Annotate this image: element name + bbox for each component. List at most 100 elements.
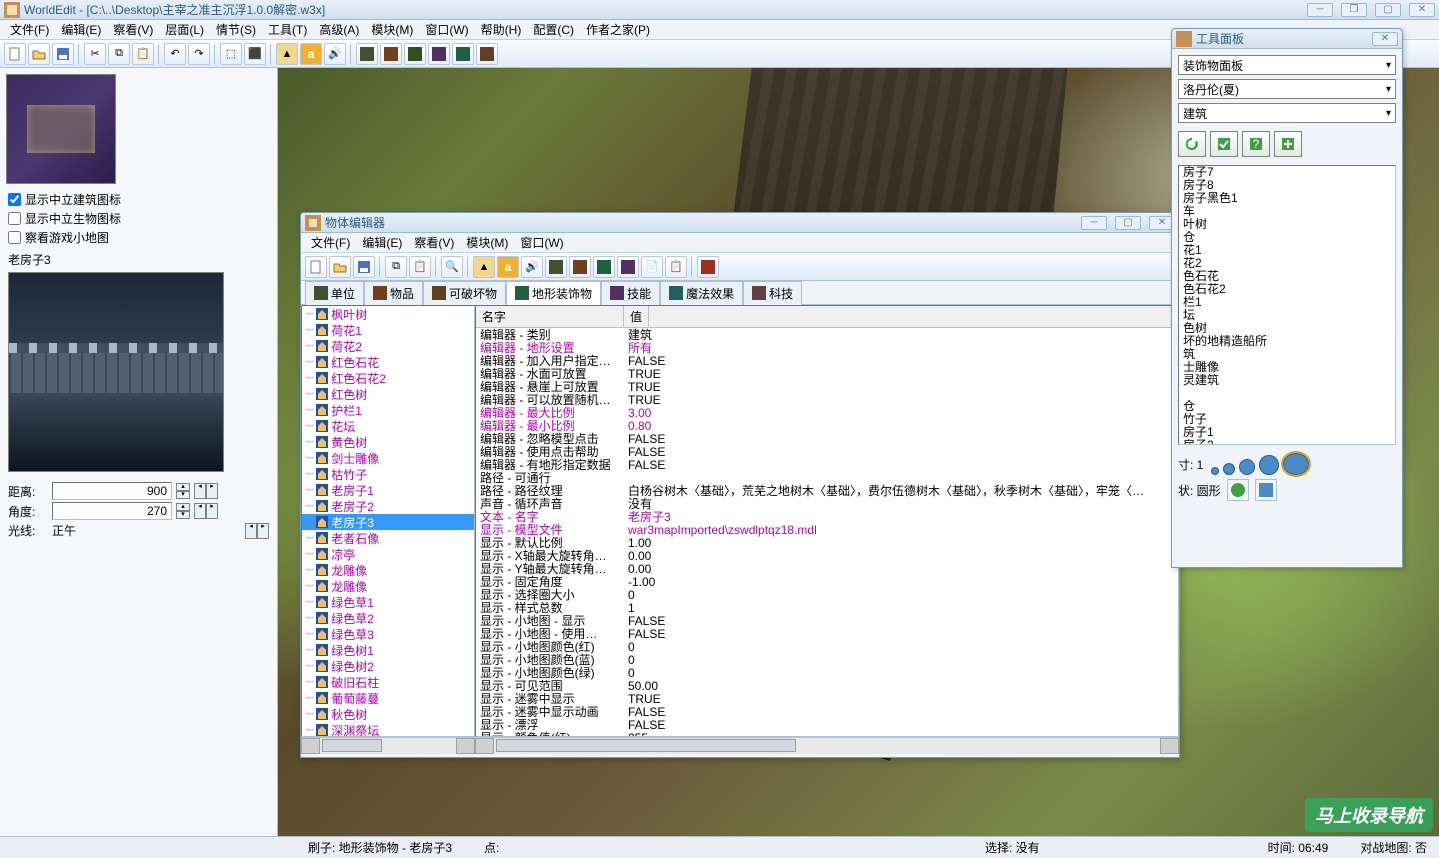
shape-circle[interactable] xyxy=(1227,479,1249,501)
property-row[interactable]: 显示 - 颜色值(红)255 xyxy=(476,731,1178,736)
list-item[interactable]: 士雕像 xyxy=(1179,361,1395,374)
list-item[interactable]: 灵建筑 xyxy=(1179,374,1395,387)
size-2[interactable] xyxy=(1223,463,1235,475)
tree-item[interactable]: ┈荷花2 xyxy=(302,338,474,354)
tree-item[interactable]: ┈红色石花 xyxy=(302,354,474,370)
save-button[interactable] xyxy=(52,43,74,65)
obj-m8[interactable]: 📄 xyxy=(641,256,663,278)
place-button-1[interactable] xyxy=(1210,131,1238,157)
shape-square[interactable] xyxy=(1255,479,1277,501)
tab-技能[interactable]: 技能 xyxy=(601,281,660,305)
tab-地形装饰物[interactable]: 地形装饰物 xyxy=(506,281,601,305)
undo-button[interactable]: ↶ xyxy=(164,43,186,65)
ability-button[interactable]: a xyxy=(300,43,322,65)
menu-item[interactable]: 察看(V) xyxy=(107,19,159,40)
restore-button[interactable]: ❐ xyxy=(1341,3,1367,17)
doodad-list[interactable]: 房子7房子8房子黑色1车叶树仓花1花2色石花色石花2栏1坛色树坏的地精造船所筑士… xyxy=(1178,165,1396,445)
menu-item[interactable]: 工具(T) xyxy=(262,19,313,40)
menu-item[interactable]: 情节(S) xyxy=(210,19,262,40)
minimize-button[interactable]: ─ xyxy=(1307,3,1333,17)
tree-item[interactable]: ┈绿色草3 xyxy=(302,626,474,642)
menu-item[interactable]: 编辑(E) xyxy=(356,232,408,253)
obj-m4[interactable] xyxy=(545,256,567,278)
tree-item[interactable]: ┈秋色树 xyxy=(302,706,474,722)
obj-m5[interactable] xyxy=(569,256,591,278)
close-button[interactable]: ✕ xyxy=(1409,3,1435,17)
obj-m10[interactable] xyxy=(697,256,719,278)
obj-m1[interactable]: ▲ xyxy=(473,256,495,278)
obj2-button[interactable] xyxy=(380,43,402,65)
obj-m6[interactable] xyxy=(593,256,615,278)
obj6-button[interactable] xyxy=(476,43,498,65)
tree-item[interactable]: ┈花坛 xyxy=(302,418,474,434)
tree-item[interactable]: ┈剑士雕像 xyxy=(302,450,474,466)
obj-m2[interactable]: a xyxy=(497,256,519,278)
tree-item[interactable]: ┈凉亭 xyxy=(302,546,474,562)
list-item[interactable]: 房子1 xyxy=(1179,426,1395,439)
tree-item[interactable]: ┈荷花1 xyxy=(302,322,474,338)
refresh-button[interactable] xyxy=(1178,131,1206,157)
obj-m3[interactable]: 🔊 xyxy=(521,256,543,278)
tree-item[interactable]: ┈绿色树2 xyxy=(302,658,474,674)
tree-item[interactable]: ┈深渊祭坛 xyxy=(302,722,474,737)
objwin-titlebar[interactable]: 物体编辑器 ─ ▢ ✕ xyxy=(301,213,1179,233)
menu-item[interactable]: 察看(V) xyxy=(408,232,460,253)
toolpal-close[interactable]: ✕ xyxy=(1372,32,1398,46)
tab-单位[interactable]: 单位 xyxy=(305,281,364,305)
tree-item[interactable]: ┈绿色草1 xyxy=(302,594,474,610)
list-item[interactable]: 房子8 xyxy=(1179,179,1395,192)
list-item[interactable]: 坏的地精造船所 xyxy=(1179,335,1395,348)
objwin-minimize[interactable]: ─ xyxy=(1081,216,1107,230)
tree-item[interactable]: ┈破旧石柱 xyxy=(302,674,474,690)
distance-left[interactable]: ◂ xyxy=(194,483,206,499)
paste-button[interactable]: 📋 xyxy=(132,43,154,65)
light-next[interactable]: ▸ xyxy=(257,523,269,539)
open-button[interactable] xyxy=(28,43,50,65)
list-item[interactable] xyxy=(1179,387,1395,400)
tree-item[interactable]: ┈老房子3 xyxy=(302,514,474,530)
list-item[interactable]: 花1 xyxy=(1179,244,1395,257)
list-item[interactable]: 竹子 xyxy=(1179,413,1395,426)
chk-neutral-units[interactable] xyxy=(8,212,21,225)
list-item[interactable]: 色石花2 xyxy=(1179,283,1395,296)
tileset-combo[interactable]: 洛丹伦(夏) xyxy=(1178,79,1396,99)
size-1[interactable] xyxy=(1211,467,1219,475)
objwin-maximize[interactable]: ▢ xyxy=(1115,216,1141,230)
col-value[interactable]: 值 xyxy=(624,306,649,327)
tree-item[interactable]: ┈黄色树 xyxy=(302,434,474,450)
menu-item[interactable]: 编辑(E) xyxy=(55,19,107,40)
obj-new[interactable] xyxy=(305,256,327,278)
tab-可破坏物[interactable]: 可破坏物 xyxy=(423,281,506,305)
light-prev[interactable]: ◂ xyxy=(245,523,257,539)
list-item[interactable]: 车 xyxy=(1179,205,1395,218)
tree-item[interactable]: ┈老房子1 xyxy=(302,482,474,498)
size-3[interactable] xyxy=(1239,459,1255,475)
distance-down[interactable]: ▾ xyxy=(176,491,190,499)
size-4[interactable] xyxy=(1259,455,1279,475)
place-button-2[interactable]: ? xyxy=(1242,131,1270,157)
obj-m7[interactable] xyxy=(617,256,639,278)
list-item[interactable]: 坛 xyxy=(1179,309,1395,322)
distance-up[interactable]: ▴ xyxy=(176,483,190,491)
list-item[interactable]: 栏1 xyxy=(1179,296,1395,309)
menu-item[interactable]: 模块(M) xyxy=(460,232,514,253)
list-item[interactable]: 筑 xyxy=(1179,348,1395,361)
obj-m9[interactable]: 📋 xyxy=(665,256,687,278)
list-item[interactable]: 仓 xyxy=(1179,231,1395,244)
tree-item[interactable]: ┈红色石花2 xyxy=(302,370,474,386)
angle-down[interactable]: ▾ xyxy=(176,511,190,519)
tree-item[interactable]: ┈绿色树1 xyxy=(302,642,474,658)
tree-item[interactable]: ┈枯竹子 xyxy=(302,466,474,482)
minimap[interactable] xyxy=(6,74,116,184)
object-tree[interactable]: ┈枫叶树┈荷花1┈荷花2┈红色石花┈红色石花2┈红色树┈护栏1┈花坛┈黄色树┈剑… xyxy=(301,305,475,737)
maximize-button[interactable]: ▢ xyxy=(1375,3,1401,17)
list-item[interactable]: 房子黑色1 xyxy=(1179,192,1395,205)
menu-item[interactable]: 文件(F) xyxy=(4,19,55,40)
menu-item[interactable]: 高级(A) xyxy=(313,19,365,40)
distance-right[interactable]: ▸ xyxy=(206,483,218,499)
tree-item[interactable]: ┈护栏1 xyxy=(302,402,474,418)
chk-game-minimap[interactable] xyxy=(8,231,21,244)
list-item[interactable]: 花2 xyxy=(1179,257,1395,270)
angle-up[interactable]: ▴ xyxy=(176,503,190,511)
menu-item[interactable]: 作者之家(P) xyxy=(580,19,656,40)
